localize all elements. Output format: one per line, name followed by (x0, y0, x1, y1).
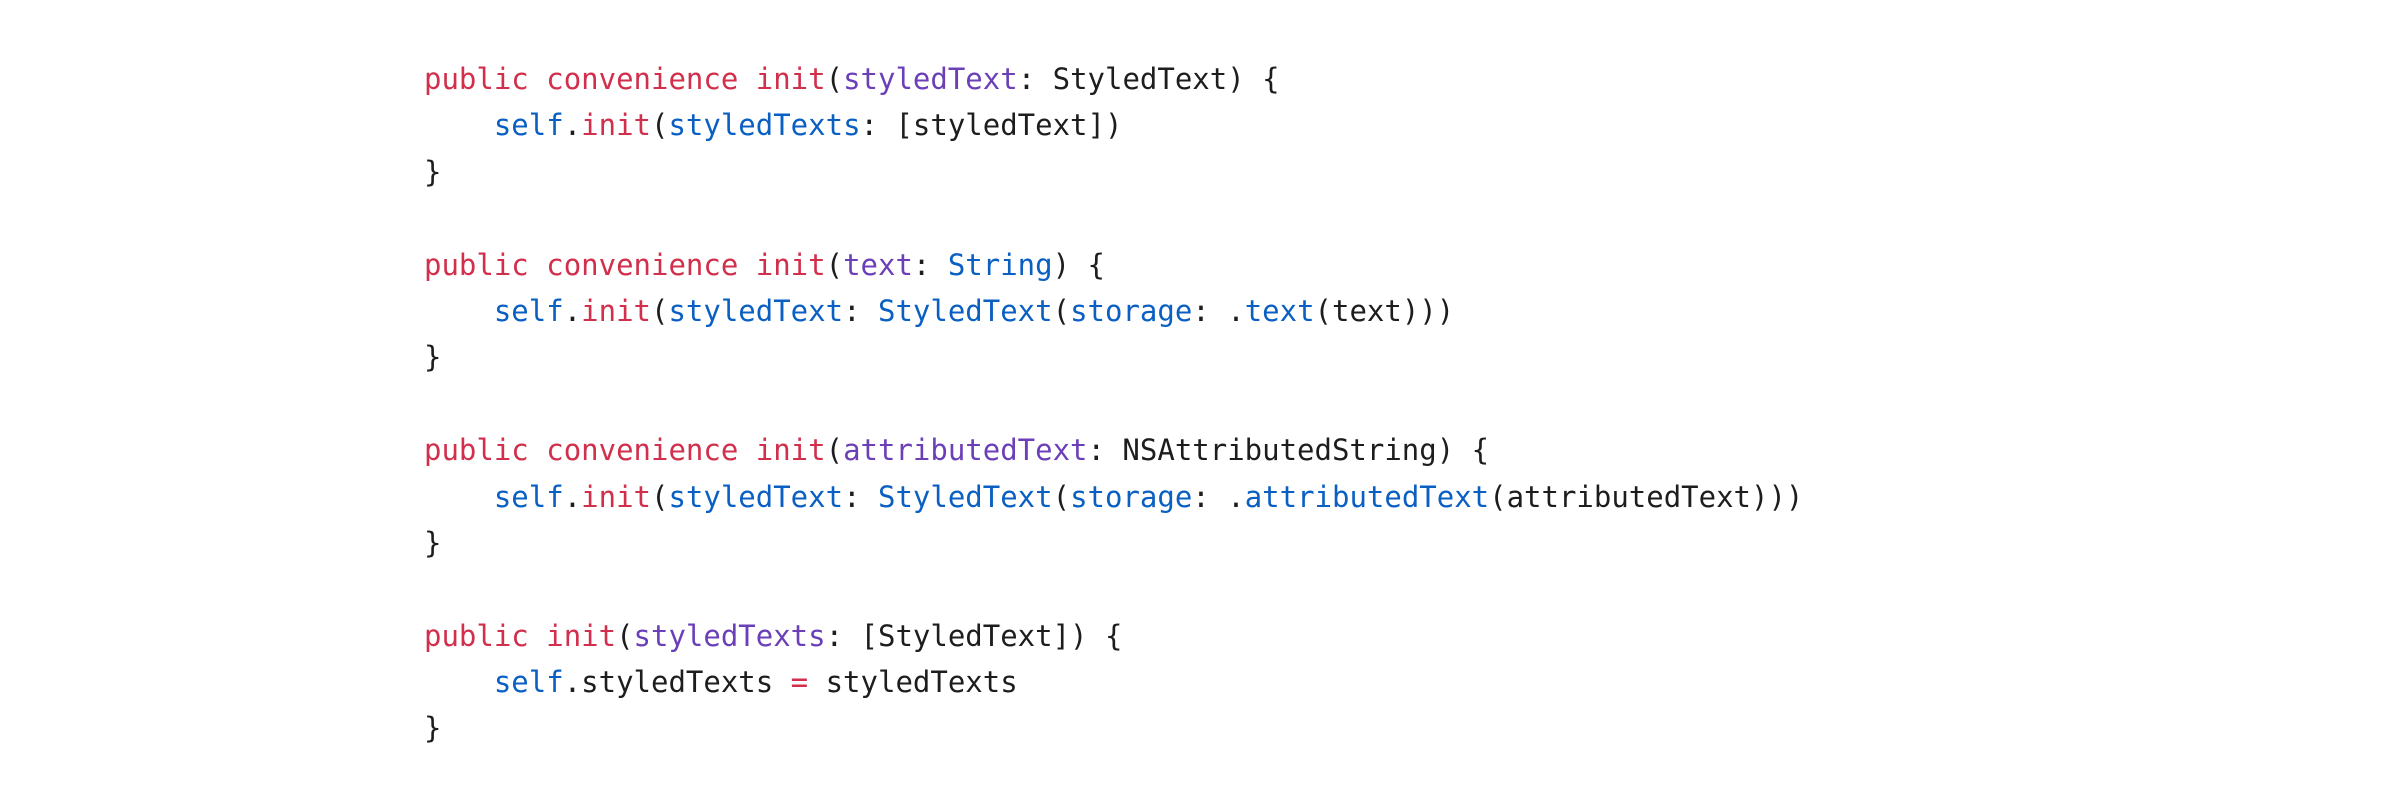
code-token: init (546, 618, 617, 653)
code-token: .styledTexts (563, 665, 791, 700)
code-token: attributedText (1244, 479, 1490, 514)
code-token: styledText (843, 62, 1018, 96)
code-token: styledTexts (808, 665, 1018, 700)
code-token: . (563, 108, 582, 143)
code-token: } (424, 525, 442, 560)
code-token: storage (1070, 479, 1193, 514)
code-token: text (843, 247, 913, 282)
code-token: public (424, 433, 529, 468)
code-token: ( (651, 108, 669, 143)
code-token: ) { (1052, 247, 1105, 282)
code-line: ​ (424, 381, 1803, 427)
code-token: StyledText (878, 479, 1053, 514)
code-line: } (424, 705, 1803, 751)
code-token: ( (651, 479, 669, 514)
code-token: convenience (546, 433, 739, 468)
code-token: = (790, 665, 809, 700)
code-line: } (424, 520, 1803, 566)
code-token: public (424, 618, 529, 653)
code-token: : (912, 247, 948, 282)
code-line: self.init(styledText: StyledText(storage… (424, 288, 1803, 334)
code-line: self.init(styledText: StyledText(storage… (424, 474, 1804, 520)
code-token: : . (1192, 293, 1245, 328)
code-token: (text))) (1314, 293, 1455, 328)
code-token: : [StyledText]) { (825, 618, 1123, 653)
code-token: ( (1052, 293, 1071, 328)
code-token: self (493, 665, 564, 700)
code-token: public (424, 62, 529, 96)
code-token: . (563, 293, 582, 328)
code-token: StyledText (878, 293, 1053, 328)
code-line: self.styledTexts = styledTexts (424, 659, 1803, 705)
code-token: : StyledText) { (1017, 62, 1280, 96)
code-token: init (755, 433, 826, 468)
code-token: ( (825, 247, 844, 282)
code-line: } (424, 334, 1803, 380)
code-token: String (947, 247, 1053, 282)
code-token: public (424, 247, 529, 282)
code-token: ( (1052, 479, 1071, 514)
code-token: self (493, 293, 564, 328)
code-token: storage (1070, 293, 1193, 328)
code-token: init (755, 62, 826, 96)
code-token: init (581, 293, 651, 328)
code-token: : (843, 479, 878, 514)
code-token: ( (825, 433, 844, 468)
code-token: : . (1192, 479, 1245, 514)
code-token: ( (651, 293, 669, 328)
code-token: } (424, 154, 442, 189)
code-line: ​ (424, 195, 1803, 241)
code-token: convenience (546, 62, 739, 96)
code-token: . (563, 479, 582, 514)
code-token: (attributedText))) (1489, 479, 1804, 514)
code-line: } (424, 149, 1803, 195)
code-token: : (843, 293, 878, 328)
code-line: public convenience init(attributedText: … (424, 427, 1803, 473)
code-token: styledText (668, 293, 844, 328)
code-token: text (1244, 293, 1315, 328)
code-token: } (424, 711, 442, 746)
code-line: ​ (424, 566, 1803, 612)
code-token: styledTexts (668, 108, 861, 143)
code-line: self.init(styledTexts: [styledText]) (424, 102, 1803, 148)
code-token: styledTexts (633, 618, 826, 653)
code-token: ( (825, 62, 844, 96)
code-token: } (424, 340, 442, 375)
code-token: ( (616, 618, 634, 653)
code-token: attributedText (843, 433, 1088, 468)
code-token: init (581, 479, 651, 514)
code-token: self (493, 479, 564, 514)
code-token: : [styledText]) (860, 108, 1123, 143)
code-token: init (755, 247, 826, 282)
code-line: public convenience init(styledText: Styl… (424, 56, 1803, 102)
code-line: public init(styledTexts: [StyledText]) { (424, 613, 1803, 659)
code-token: convenience (546, 247, 739, 282)
code-token: : NSAttributedString) { (1087, 433, 1490, 468)
code-token: self (493, 108, 564, 143)
code-token: init (581, 108, 651, 143)
code-block: public convenience init(styledText: Styl… (424, 56, 1803, 752)
code-token: styledText (668, 479, 844, 514)
code-line: public convenience init(text: String) { (424, 242, 1803, 288)
